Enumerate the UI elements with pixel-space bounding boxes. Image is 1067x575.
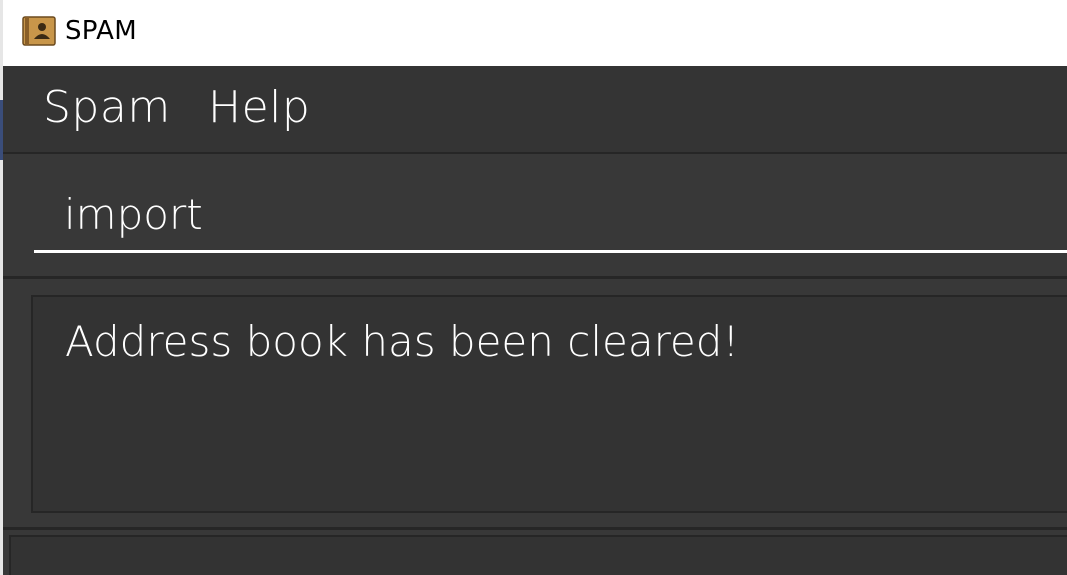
person-list[interactable] — [9, 535, 1067, 575]
result-display-panel: Address book has been cleared! — [3, 279, 1067, 530]
app-window: SPAM Spam Help import Address book has b… — [0, 0, 1067, 575]
command-input[interactable]: import — [34, 176, 1067, 253]
menu-help[interactable]: Help — [208, 82, 310, 133]
result-message: Address book has been cleared! — [65, 317, 740, 366]
address-book-icon — [22, 16, 56, 46]
window-title: SPAM — [65, 16, 137, 46]
title-bar[interactable]: SPAM — [3, 0, 1067, 66]
menu-bar: Spam Help — [3, 66, 1067, 154]
menu-spam[interactable]: Spam — [43, 82, 171, 133]
person-list-panel — [3, 530, 1067, 575]
command-box-panel: import — [3, 154, 1067, 279]
result-display[interactable]: Address book has been cleared! — [31, 295, 1067, 513]
app-content: Spam Help import Address book has been c… — [3, 66, 1067, 575]
command-input-text: import — [64, 190, 203, 239]
